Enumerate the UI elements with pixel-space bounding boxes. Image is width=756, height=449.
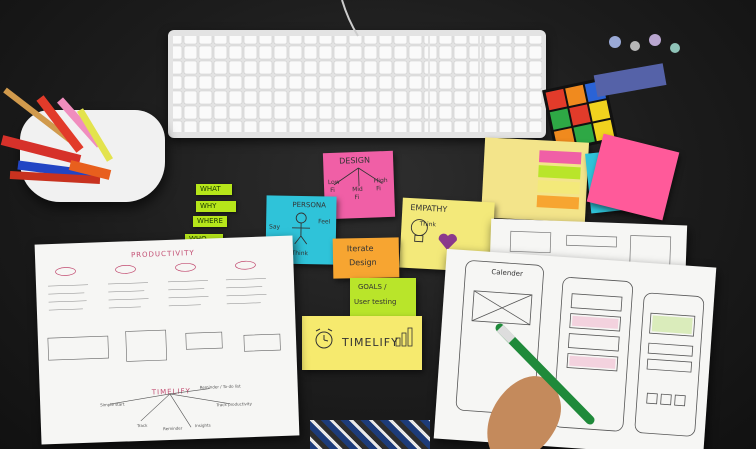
timelify-label: TIMELIFY [342, 336, 399, 349]
sticky-pad-stack [480, 137, 590, 223]
keyboard [168, 30, 546, 138]
design-low-fi: Fi [330, 186, 335, 195]
desk-scene: WHAT WHY WHERE WHO DESIGN Low Fi Mid Fi … [0, 0, 756, 449]
design-high: High [373, 176, 388, 185]
hand-with-marker [487, 323, 595, 449]
markers-icon [0, 87, 114, 184]
design-mid: Mid [352, 185, 363, 194]
productivity-sheet: PRODUCTIVITY TIMELIFY Simple start Track… [34, 235, 300, 445]
label-track: Track [136, 422, 148, 429]
keyboard-keys-icon [173, 36, 542, 132]
productivity-notes-scribble [47, 260, 281, 362]
sticky-note-iterate-design: Iterate Design [332, 237, 400, 279]
tag-why: WHY [196, 201, 236, 212]
cable [341, 0, 359, 37]
design-high-fi: Fi [376, 185, 381, 193]
label-simple-start: Simple start [100, 401, 125, 408]
persona-feel: Feel [318, 218, 331, 226]
iterate-line2: Design [349, 257, 377, 268]
empathy-title: EMPATHY [410, 203, 448, 214]
persona-think: Think [291, 249, 309, 258]
persona-title: PERSONA [292, 200, 327, 210]
persona-say: Say [268, 223, 281, 231]
productivity-heading: PRODUCTIVITY [130, 248, 195, 260]
design-low: Low [327, 178, 340, 187]
design-title: DESIGN [338, 155, 371, 166]
design-mid-fi: Fi [354, 194, 360, 202]
sticky-note-goals: GOALS / User testing [350, 278, 416, 320]
label-insights: Insights [194, 422, 211, 429]
goals-line1: GOALS / [358, 283, 387, 291]
goals-line2: User testing [354, 298, 397, 306]
alarm-clock-icon [315, 328, 333, 349]
label-reminder: Reminder [163, 425, 183, 432]
iterate-line1: Iterate [346, 243, 374, 254]
tag-what: WHAT [196, 184, 232, 195]
empathy-think: Think [419, 220, 437, 229]
stationery-items [593, 34, 680, 98]
sticky-note-timelify: TIMELIFY [302, 316, 422, 370]
tag-where: WHERE [193, 216, 227, 227]
patterned-fabric [310, 420, 430, 449]
bar-graph-icon [395, 327, 413, 347]
